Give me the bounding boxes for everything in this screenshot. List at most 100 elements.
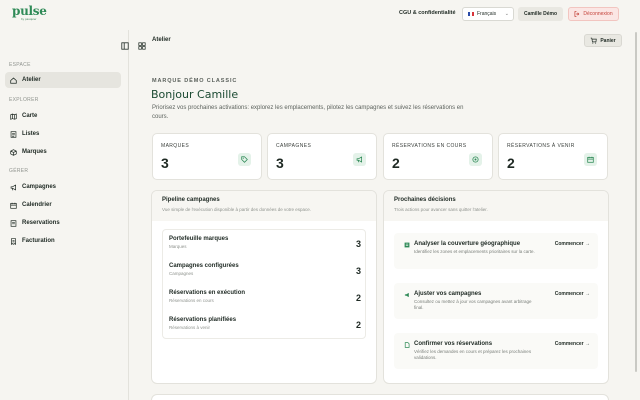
pipeline-row: Portefeuille marques Marques 3 xyxy=(169,236,361,258)
panel-header: Pipeline campagnes Vue simple de l'exécu… xyxy=(152,191,376,221)
pipeline-panel: Pipeline campagnes Vue simple de l'exécu… xyxy=(151,190,377,384)
pipeline-row-value: 3 xyxy=(355,266,361,276)
sidebar-section-gerer: GÉRER xyxy=(9,168,29,174)
pipeline-row-sub: Réservations à venir xyxy=(169,325,211,330)
sidebar-item-label: Reservations xyxy=(22,220,60,226)
decision-item: Confirmer vos réservations Vérifiez les … xyxy=(394,333,598,369)
pipeline-row-value: 3 xyxy=(355,239,361,249)
panel-header: Prochaines décisions Trois actions pour … xyxy=(384,191,608,221)
sidebar-item-label: Calendrier xyxy=(22,202,52,208)
kpi-label: MARQUES xyxy=(161,143,190,149)
decision-title: Ajuster vos campagnes xyxy=(414,291,482,297)
pipeline-row-name: Réservations en exécution xyxy=(169,290,246,296)
logo-text: pulse xyxy=(12,4,47,18)
decisions-panel: Prochaines décisions Trois actions pour … xyxy=(383,190,609,384)
start-button-label: Commencer xyxy=(554,291,584,297)
panel-subtitle: Trois actions pour avancer sans quitter … xyxy=(394,207,488,212)
kpi-card-reservations-a-venir: RÉSERVATIONS À VENIR 2 xyxy=(498,133,608,180)
sidebar-item-label: Listes xyxy=(22,131,40,137)
decision-title: Confirmer vos réservations xyxy=(414,341,493,347)
pipeline-row: Campagnes configurées Campagnes 3 xyxy=(169,263,361,285)
pipeline-row-name: Campagnes configurées xyxy=(169,263,239,269)
sidebar-toggle-icon[interactable] xyxy=(121,37,129,50)
logout-icon xyxy=(574,11,580,17)
sidebar-item-campagnes[interactable]: Campagnes xyxy=(5,179,121,195)
list-icon xyxy=(10,130,17,138)
pipeline-row-value: 2 xyxy=(355,293,361,303)
start-button-label: Commencer xyxy=(554,241,584,247)
sidebar: ESPACE Atelier EXPLORER Carte Listes Mar… xyxy=(0,30,128,400)
pipeline-row-name: Réservations planifiées xyxy=(169,317,237,323)
panel-title: Prochaines décisions xyxy=(394,197,456,203)
privacy-link[interactable]: CGU & confidentialité xyxy=(399,10,456,16)
kpi-value: 2 xyxy=(507,155,515,171)
box-icon xyxy=(10,148,17,156)
pipeline-row-value: 2 xyxy=(355,320,361,330)
sidebar-item-label: Marques xyxy=(22,149,47,155)
decision-description: Consultez ou mettez à jour vos campagnes… xyxy=(414,299,532,310)
brand-label: MARQUE DÉMO CLASSIC xyxy=(152,78,238,84)
pipeline-row: Réservations en exécution Réservations e… xyxy=(169,290,361,312)
sidebar-item-facturation[interactable]: Facturation xyxy=(5,233,121,249)
cart-icon xyxy=(591,37,598,44)
megaphone-icon xyxy=(404,292,410,298)
kpi-label: RÉSERVATIONS EN COURS xyxy=(392,143,467,149)
arrow-right-icon: → xyxy=(585,341,590,347)
pipeline-row-sub: Marques xyxy=(169,244,187,249)
french-flag-icon xyxy=(468,12,474,16)
sidebar-item-reservations[interactable]: Reservations xyxy=(5,215,121,231)
map-icon xyxy=(404,242,410,248)
start-button-label: Commencer xyxy=(554,341,584,347)
sidebar-item-label: Carte xyxy=(22,113,38,119)
next-panel xyxy=(151,394,609,400)
decision-item: Ajuster vos campagnes Consultez ou mette… xyxy=(394,283,598,319)
pipeline-row: Réservations planifiées Réservations à v… xyxy=(169,317,361,339)
arrow-right-icon: → xyxy=(585,291,590,297)
calendar-icon xyxy=(584,153,597,166)
sidebar-item-listes[interactable]: Listes xyxy=(5,126,121,142)
sidebar-item-marques[interactable]: Marques xyxy=(5,144,121,160)
sidebar-item-atelier[interactable]: Atelier xyxy=(5,72,121,88)
receipt-icon xyxy=(10,237,17,245)
start-button[interactable]: Commencer → xyxy=(555,291,590,297)
page-title: Bonjour Camille xyxy=(151,88,239,101)
sidebar-divider xyxy=(128,30,129,400)
kpi-label: RÉSERVATIONS À VENIR xyxy=(507,143,575,149)
start-button[interactable]: Commencer → xyxy=(555,241,590,247)
kpi-card-marques: MARQUES 3 xyxy=(152,133,262,180)
start-button[interactable]: Commencer → xyxy=(555,341,590,347)
sidebar-item-carte[interactable]: Carte xyxy=(5,108,121,124)
sidebar-item-label: Atelier xyxy=(22,77,41,83)
grid-icon xyxy=(138,37,146,50)
decision-description: Identifiez les zones et emplacements pri… xyxy=(414,249,535,254)
ticket-icon xyxy=(10,219,17,227)
panel-subtitle: Vue simple de l'exécution disponible à p… xyxy=(162,207,312,212)
map-icon xyxy=(10,113,17,120)
sidebar-section-explorer: EXPLORER xyxy=(9,97,39,103)
kpi-card-campagnes: CAMPAGNES 3 xyxy=(267,133,377,180)
decision-title: Analyser la couverture géographique xyxy=(414,241,521,247)
sidebar-section-espace: ESPACE xyxy=(9,62,31,68)
logout-button[interactable]: Déconnexion xyxy=(568,7,619,21)
pulse-logo[interactable]: pulse by pasquier xyxy=(12,4,47,23)
kpi-card-reservations-en-cours: RÉSERVATIONS EN COURS 2 xyxy=(383,133,493,180)
home-icon xyxy=(10,77,17,84)
kpi-value: 2 xyxy=(392,155,400,171)
sidebar-item-label: Campagnes xyxy=(22,184,57,190)
language-value: Français xyxy=(477,11,497,17)
sidebar-item-calendrier[interactable]: Calendrier xyxy=(5,197,121,213)
top-bar: pulse by pasquier CGU & confidentialité … xyxy=(0,0,640,30)
sidebar-item-label: Facturation xyxy=(22,238,55,244)
target-icon xyxy=(469,153,482,166)
tag-icon xyxy=(238,153,251,166)
user-chip[interactable]: Camille Démo xyxy=(518,7,563,21)
pipeline-row-name: Portefeuille marques xyxy=(169,236,229,242)
scrollbar[interactable] xyxy=(635,32,637,372)
logout-label: Déconnexion xyxy=(583,11,613,17)
cart-button[interactable]: Panier xyxy=(584,34,622,47)
intro-text: Priorisez vos prochaines activations: ex… xyxy=(152,105,464,120)
pipeline-row-sub: Campagnes xyxy=(169,271,194,276)
kpi-value: 3 xyxy=(161,155,169,171)
language-select[interactable]: Français ⌄ xyxy=(462,7,514,21)
kpi-label: CAMPAGNES xyxy=(276,143,312,149)
